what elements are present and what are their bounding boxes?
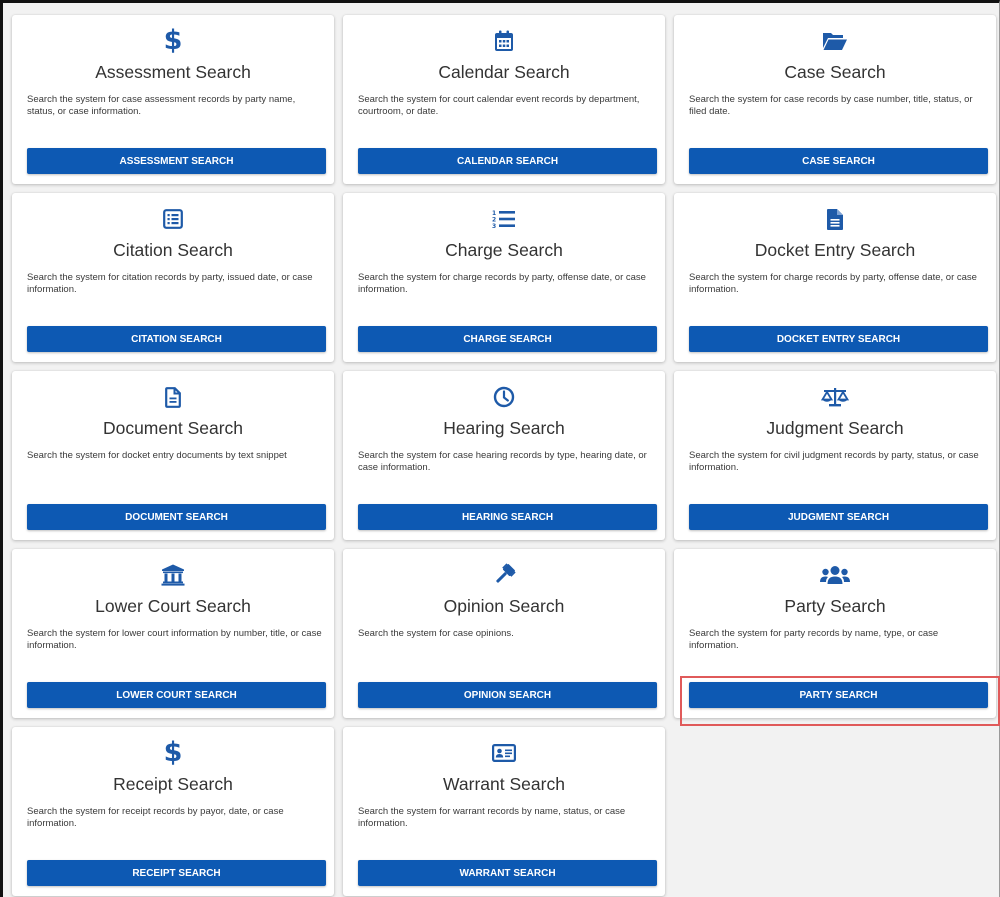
card-title: Citation Search [113,240,233,260]
card-title: Document Search [102,418,244,438]
card-description: Search the system for charge records by … [358,272,646,295]
search-cards-grid: $ Assessment Search Search the system fo… [12,15,996,896]
card-assessment-search: $ Assessment Search Search the system fo… [12,15,334,184]
card-calendar-search: Calendar Search Search the system for co… [343,15,665,184]
assessment-search-button[interactable]: ASSESSMENT SEARCH [27,148,326,174]
card-description: Search the system for citation records b… [27,272,313,295]
card-judgment-search: Judgment Search Search the system for ci… [674,371,996,540]
lower-court-search-button[interactable]: LOWER COURT SEARCH [27,682,326,708]
card-title: Lower Court Search [95,596,251,616]
card-document-search: Document Search Search the system for do… [12,371,334,540]
file-text-icon [815,205,855,233]
case-search-button[interactable]: CASE SEARCH [689,148,988,174]
card-title: Hearing Search [443,418,565,438]
clock-icon [484,383,524,411]
card-title: Warrant Search [443,774,565,794]
gavel-icon [484,561,524,589]
card-description: Search the system for warrant records by… [358,806,626,829]
card-description: Search the system for case assessment re… [27,94,296,117]
dollar-icon: $ [163,737,183,768]
card-description: Search the system for case opinions. [358,628,514,639]
judgment-search-button[interactable]: JUDGMENT SEARCH [689,504,988,530]
id-card-icon [484,739,524,767]
card-title: Case Search [784,62,886,82]
card-title: Docket Entry Search [754,240,916,260]
card-party-search: Party Search Search the system for party… [674,549,996,718]
card-case-search: Case Search Search the system for case r… [674,15,996,184]
card-title: Assessment Search [95,62,251,82]
svg-text:3: 3 [492,223,496,229]
calendar-icon [484,27,524,55]
card-hearing-search: Hearing Search Search the system for cas… [343,371,665,540]
card-description: Search the system for lower court inform… [27,628,322,651]
card-title: Judgment Search [766,418,904,438]
card-description: Search the system for charge records by … [689,272,977,295]
document-outline-icon [153,383,193,411]
list-box-icon [153,205,193,233]
courthouse-icon [153,561,193,589]
page-frame: $ Assessment Search Search the system fo… [0,0,1000,897]
card-title: Charge Search [445,240,563,260]
card-opinion-search: Opinion Search Search the system for cas… [343,549,665,718]
card-description: Search the system for case records by ca… [689,94,973,117]
card-title: Receipt Search [113,774,233,794]
card-description: Search the system for case hearing recor… [358,450,647,473]
card-title: Party Search [784,596,886,616]
card-title: Opinion Search [443,596,565,616]
card-citation-search: Citation Search Search the system for ci… [12,193,334,362]
card-receipt-search: $ Receipt Search Search the system for r… [12,727,334,896]
charge-search-button[interactable]: CHARGE SEARCH [358,326,657,352]
folder-open-icon [815,27,855,55]
card-description: Search the system for docket entry docum… [27,450,287,461]
card-description: Search the system for receipt records by… [27,806,284,829]
card-title: Calendar Search [438,62,570,82]
document-search-button[interactable]: DOCUMENT SEARCH [27,504,326,530]
hearing-search-button[interactable]: HEARING SEARCH [358,504,657,530]
receipt-search-button[interactable]: RECEIPT SEARCH [27,860,326,886]
opinion-search-button[interactable]: OPINION SEARCH [358,682,657,708]
card-docket-entry-search: Docket Entry Search Search the system fo… [674,193,996,362]
party-search-button[interactable]: PARTY SEARCH [689,682,988,708]
card-description: Search the system for party records by n… [689,628,939,651]
numbered-list-icon: 1 2 3 [484,205,524,233]
citation-search-button[interactable]: CITATION SEARCH [27,326,326,352]
balance-scale-icon [815,383,855,411]
card-description: Search the system for court calendar eve… [358,94,640,117]
dollar-icon: $ [163,25,183,56]
calendar-search-button[interactable]: CALENDAR SEARCH [358,148,657,174]
card-warrant-search: Warrant Search Search the system for war… [343,727,665,896]
docket-entry-search-button[interactable]: DOCKET ENTRY SEARCH [689,326,988,352]
card-charge-search: 1 2 3 Charge Search Search the system fo… [343,193,665,362]
card-lower-court-search: Lower Court Search Search the system for… [12,549,334,718]
warrant-search-button[interactable]: WARRANT SEARCH [358,860,657,886]
card-description: Search the system for civil judgment rec… [689,450,979,473]
users-icon [815,561,855,589]
